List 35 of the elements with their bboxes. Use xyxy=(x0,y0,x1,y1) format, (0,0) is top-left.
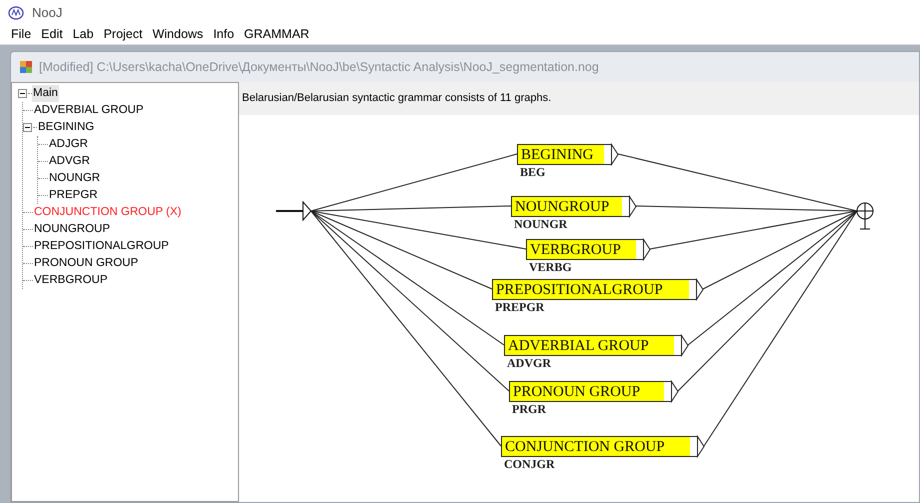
window-title: [Modified] C:\Users\kacha\OneDrive\Документы\NooJ\be\Syntactic Analysis\NooJ_segmentation.nog xyxy=(39,58,599,76)
info-text: Belarusian/Belarusian syntactic grammar consists of 11 graphs. xyxy=(242,91,552,106)
output-label: CONJGR xyxy=(504,457,555,471)
tree-item[interactable]: ADJGR xyxy=(48,136,89,154)
menu-item[interactable]: GRAMMAR xyxy=(239,25,314,44)
output-label: ADVGR xyxy=(507,356,551,370)
app-title: NooJ xyxy=(32,4,62,22)
menu-item[interactable]: Project xyxy=(98,25,148,44)
tree-item[interactable]: PRONOUN GROUP xyxy=(33,254,140,272)
initial-node-icon xyxy=(276,200,312,222)
tree-item[interactable]: ADVERBIAL GROUP xyxy=(33,102,144,120)
tree-item[interactable]: VERBGROUP xyxy=(33,272,108,290)
output-label: PREPGR xyxy=(495,300,544,314)
tree-item[interactable]: PREPOSITIONALGROUP xyxy=(33,238,170,256)
terminal-node-icon xyxy=(856,202,874,230)
tree-item[interactable]: CONJUNCTION GROUP (X) xyxy=(33,204,182,222)
window-icon xyxy=(19,60,33,74)
app-logo-icon xyxy=(8,6,24,20)
output-label: NOUNGR xyxy=(514,217,568,231)
menu-item[interactable]: Info xyxy=(208,25,240,44)
collapse-icon[interactable] xyxy=(18,89,27,98)
tree-item[interactable]: ADVGR xyxy=(48,152,91,170)
collapse-icon[interactable] xyxy=(23,123,32,132)
tree-item[interactable]: BEGINING xyxy=(37,118,96,136)
menu-item[interactable]: Lab xyxy=(68,25,99,44)
output-label: BEG xyxy=(520,165,546,179)
menu-item[interactable]: Edit xyxy=(36,25,68,44)
menu-item[interactable]: File xyxy=(6,25,36,44)
output-label: PRGR xyxy=(512,402,546,416)
tree-item[interactable]: NOUNGROUP xyxy=(33,220,112,238)
output-label: VERBG xyxy=(529,260,572,274)
tree-item[interactable]: NOUNGR xyxy=(48,170,102,188)
tree-item[interactable]: PREPGR xyxy=(48,186,99,204)
tree-item[interactable]: Main xyxy=(32,84,59,102)
menu-item[interactable]: Windows xyxy=(147,25,208,44)
